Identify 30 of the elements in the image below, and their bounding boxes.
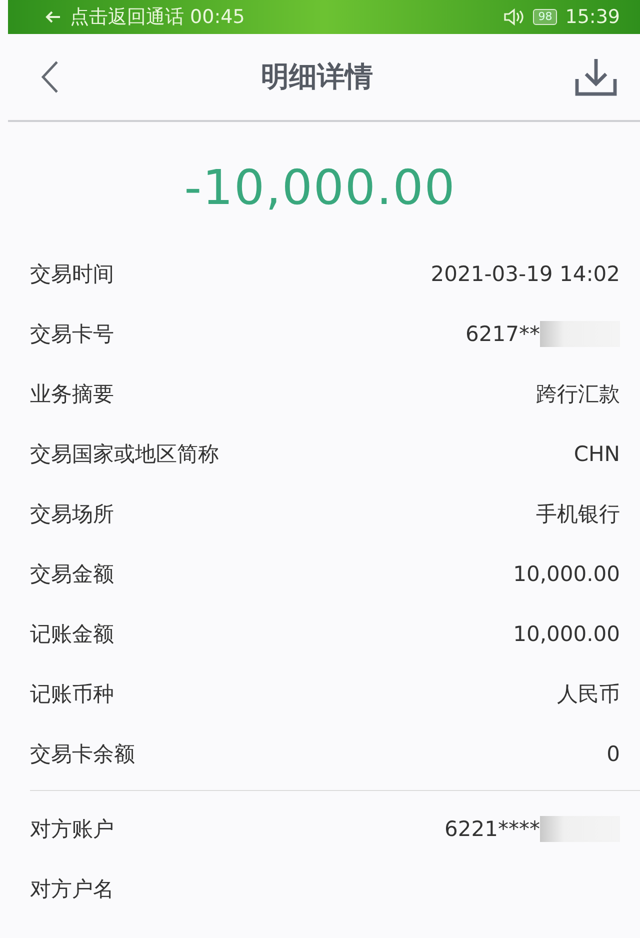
back-arrow-icon[interactable]	[44, 9, 62, 25]
field-value: 2021-03-19 14:02	[430, 262, 620, 286]
call-return-text[interactable]: 点击返回通话 00:45	[70, 4, 245, 30]
field-label: 交易国家或地区简称	[30, 441, 220, 468]
page-title: 明细详情	[261, 59, 373, 95]
field-label: 交易场所	[30, 501, 115, 528]
field-label: 交易卡号	[30, 321, 115, 348]
field-value: 0	[606, 742, 620, 766]
field-value: 10,000.00	[513, 562, 620, 586]
clock-time: 15:39	[565, 6, 620, 28]
field-value: CHN	[574, 442, 620, 466]
field-value: 手机银行	[536, 501, 620, 528]
field-label: 业务摘要	[30, 381, 115, 408]
field-label: 对方账户	[30, 816, 115, 843]
field-label: 对方户名	[30, 876, 115, 903]
battery-icon: 98	[533, 9, 558, 25]
speaker-icon	[503, 8, 526, 26]
field-label: 交易卡余额	[30, 741, 136, 768]
field-value: 人民币	[557, 681, 620, 708]
field-label: 记账金额	[30, 621, 115, 648]
back-icon[interactable]	[40, 60, 60, 94]
field-label: 记账币种	[30, 681, 115, 708]
field-value: 跨行汇款	[536, 381, 620, 408]
field-value: 10,000.00	[513, 622, 620, 646]
field-label: 交易时间	[30, 261, 115, 288]
amount-text: -10,000.00	[184, 160, 456, 216]
field-value: 6221****	[444, 817, 540, 841]
download-icon[interactable]	[574, 57, 618, 97]
field-label: 交易金额	[30, 561, 115, 588]
field-value: 6217**	[466, 322, 540, 346]
